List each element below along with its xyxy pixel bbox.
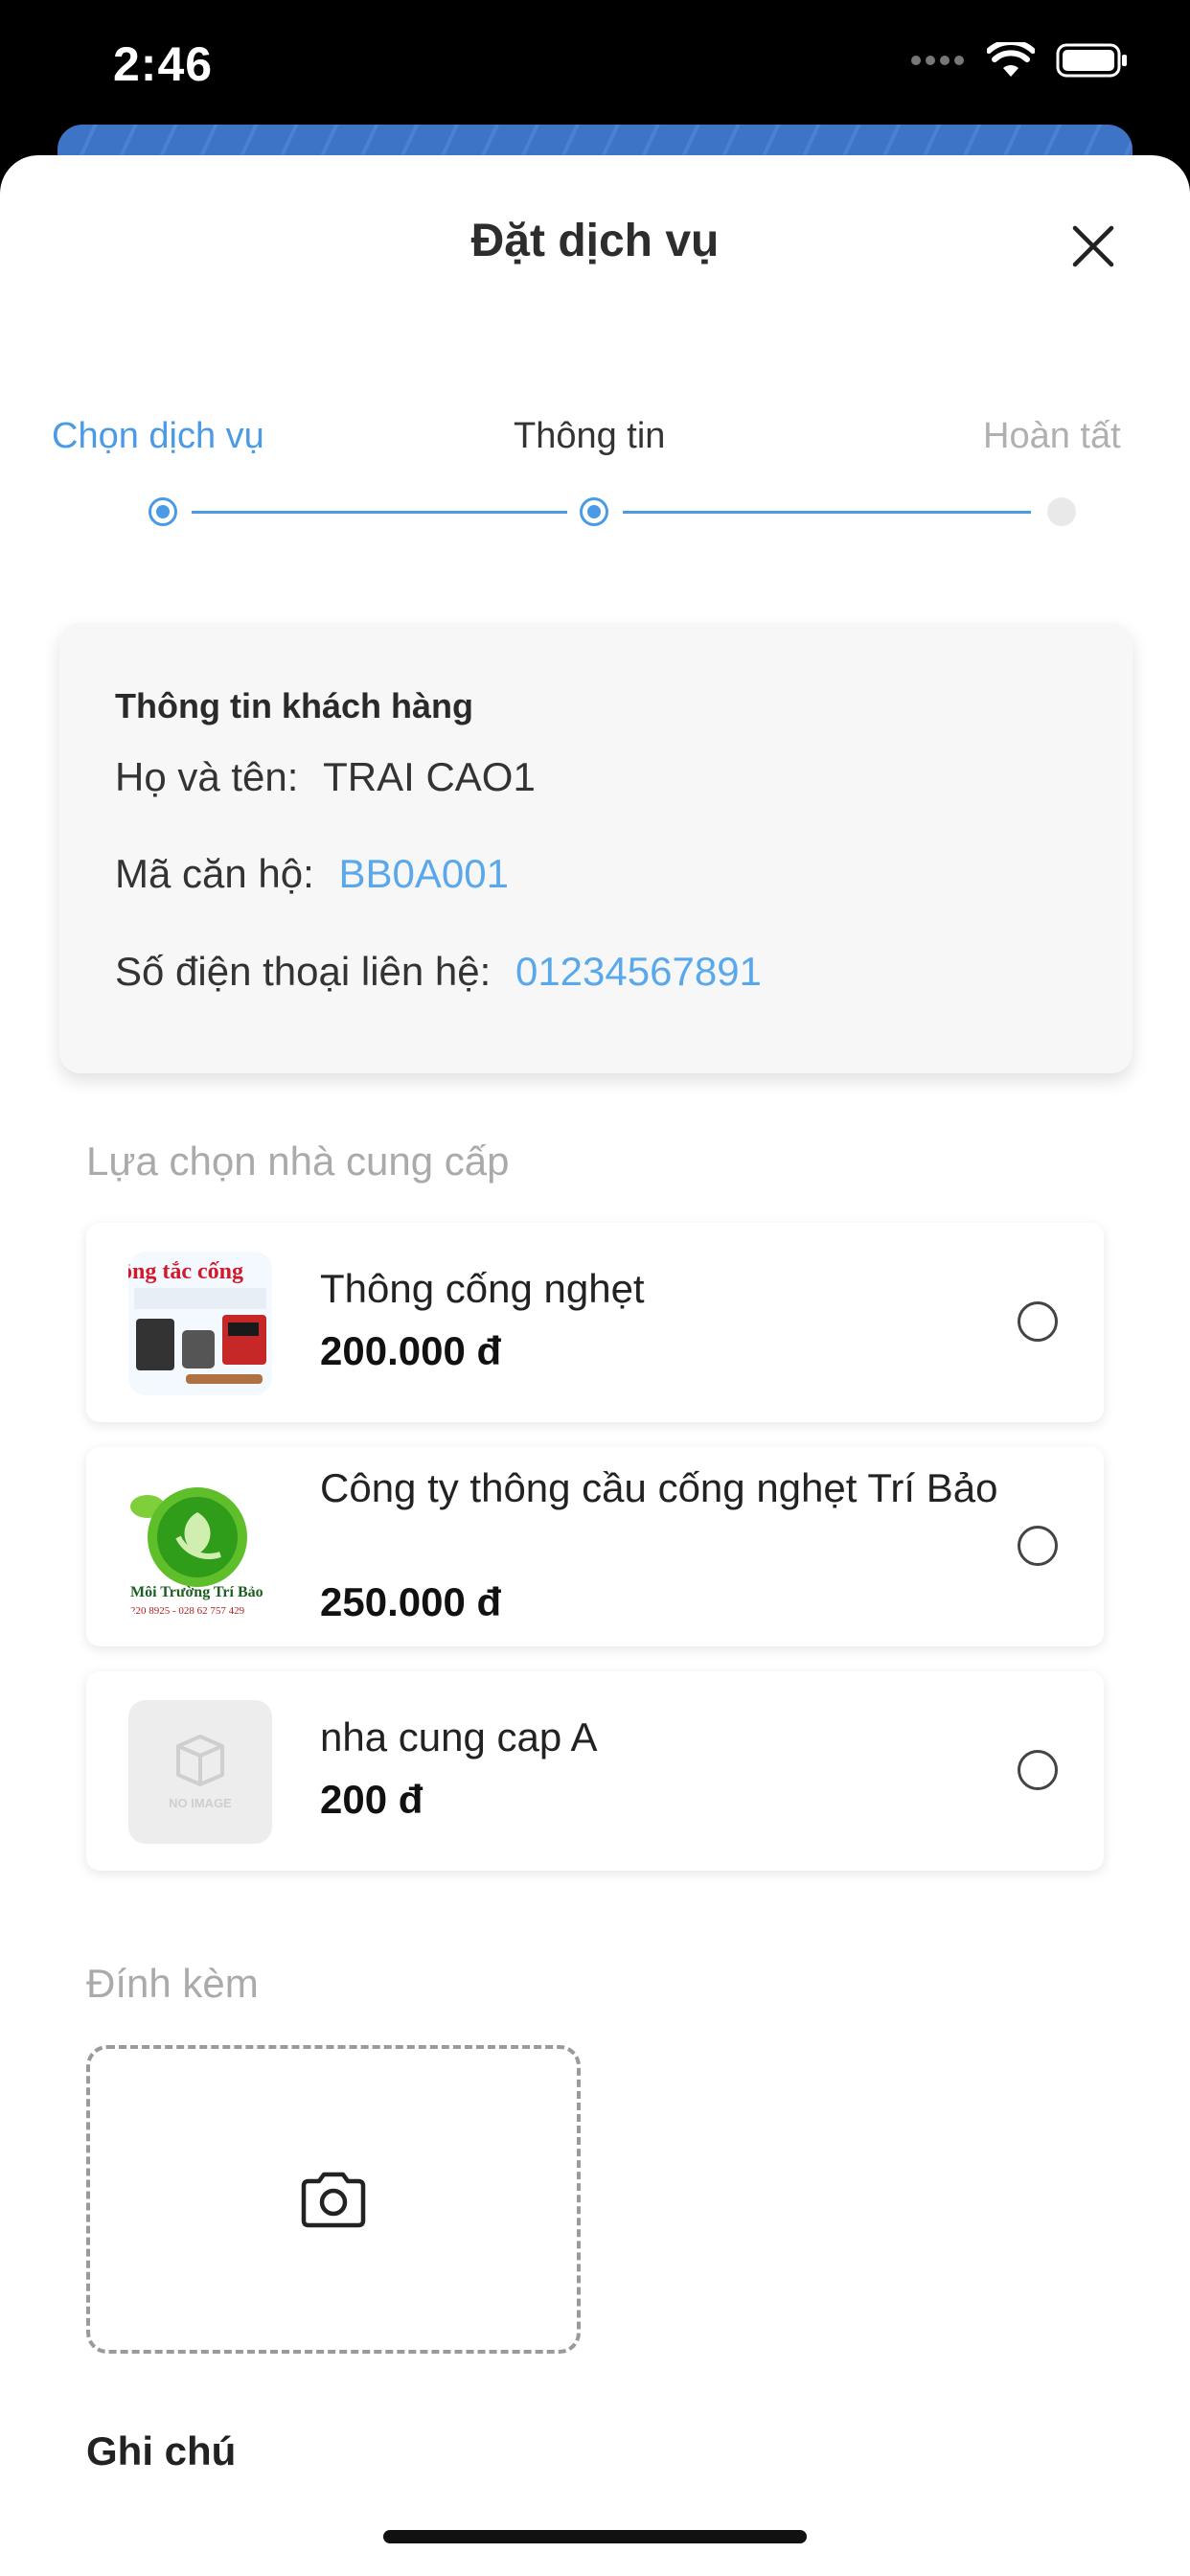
home-indicator xyxy=(383,2530,807,2543)
step-choose-service[interactable]: Chọn dịch vụ xyxy=(52,416,264,457)
phone-row: Số điện thoại liên hệ: 01234567891 xyxy=(115,949,762,995)
provider-card[interactable]: Môi Trường Trí Bảo 220 8925 - 028 62 757… xyxy=(86,1447,1104,1646)
provider-price: 250.000 đ xyxy=(320,1579,502,1624)
provider-thumb-text: ông tắc cống xyxy=(128,1259,243,1284)
status-time: 2:46 xyxy=(113,37,214,91)
provider-card[interactable]: NO IMAGE nha cung cap A 200 đ xyxy=(86,1671,1104,1871)
battery-icon xyxy=(1056,43,1127,78)
apartment-code-label: Mã căn hộ: xyxy=(115,851,314,896)
provider-price: 200.000 đ xyxy=(320,1328,502,1373)
signal-icon xyxy=(911,56,964,65)
provider-price: 200 đ xyxy=(320,1777,423,1822)
booking-sheet: Đặt dịch vụ Chọn dịch vụ Thông tin Hoàn … xyxy=(0,155,1190,2576)
apartment-code-value: BB0A001 xyxy=(338,851,509,896)
close-button[interactable] xyxy=(1062,215,1125,278)
provider-name: Thông cống nghẹt xyxy=(320,1266,645,1311)
status-bar: 2:46 xyxy=(0,0,1190,134)
provider-section-label: Lựa chọn nhà cung cấp xyxy=(86,1138,510,1184)
provider-name: nha cung cap A xyxy=(320,1714,598,1760)
camera-icon xyxy=(301,2172,366,2228)
customer-name-label: Họ và tên: xyxy=(115,754,299,799)
step-information: Thông tin xyxy=(514,416,666,456)
phone-value[interactable]: 01234567891 xyxy=(515,949,762,994)
provider-image: ông tắc cống xyxy=(128,1252,272,1395)
customer-info-card: Thông tin khách hàng Họ và tên: TRAI CAO… xyxy=(59,623,1133,1073)
step-connector xyxy=(623,511,1031,514)
attachment-label: Đính kèm xyxy=(86,1961,259,2006)
provider-thumbnail: ông tắc cống xyxy=(128,1252,272,1395)
note-label: Ghi chú xyxy=(86,2428,237,2473)
provider-thumb-phone: 220 8925 - 028 62 757 429 xyxy=(130,1605,245,1617)
step-connector xyxy=(192,511,567,514)
provider-radio[interactable] xyxy=(1018,1301,1058,1342)
step-complete: Hoàn tất xyxy=(983,416,1121,456)
provider-radio[interactable] xyxy=(1018,1750,1058,1790)
step-dot-current xyxy=(580,497,608,526)
attachment-upload-box[interactable] xyxy=(86,2045,581,2354)
wifi-icon xyxy=(987,42,1035,77)
sheet-title: Đặt dịch vụ xyxy=(470,216,720,266)
provider-thumb-text: Môi Trường Trí Bảo xyxy=(130,1584,263,1600)
no-image-text: NO IMAGE xyxy=(169,1796,232,1810)
close-icon xyxy=(1072,225,1114,267)
step-dot-pending xyxy=(1047,497,1076,526)
no-image-icon: NO IMAGE xyxy=(169,1735,232,1810)
customer-info-title: Thông tin khách hàng xyxy=(115,686,473,725)
phone-label: Số điện thoại liên hệ: xyxy=(115,949,492,994)
customer-name-row: Họ và tên: TRAI CAO1 xyxy=(115,754,536,800)
status-icons xyxy=(910,42,1129,79)
provider-radio[interactable] xyxy=(1018,1526,1058,1566)
provider-thumbnail: NO IMAGE xyxy=(128,1700,272,1844)
step-dot-done xyxy=(149,497,177,526)
provider-card[interactable]: ông tắc cống Thông cống nghẹt 200.000 đ xyxy=(86,1223,1104,1422)
provider-name: Công ty thông cầu cống nghẹt Trí Bảo xyxy=(320,1465,998,1510)
customer-name-value: TRAI CAO1 xyxy=(323,754,536,799)
provider-image: Môi Trường Trí Bảo 220 8925 - 028 62 757… xyxy=(128,1474,272,1618)
provider-thumbnail: Môi Trường Trí Bảo 220 8925 - 028 62 757… xyxy=(128,1474,272,1618)
apartment-code-row: Mã căn hộ: BB0A001 xyxy=(115,851,509,897)
